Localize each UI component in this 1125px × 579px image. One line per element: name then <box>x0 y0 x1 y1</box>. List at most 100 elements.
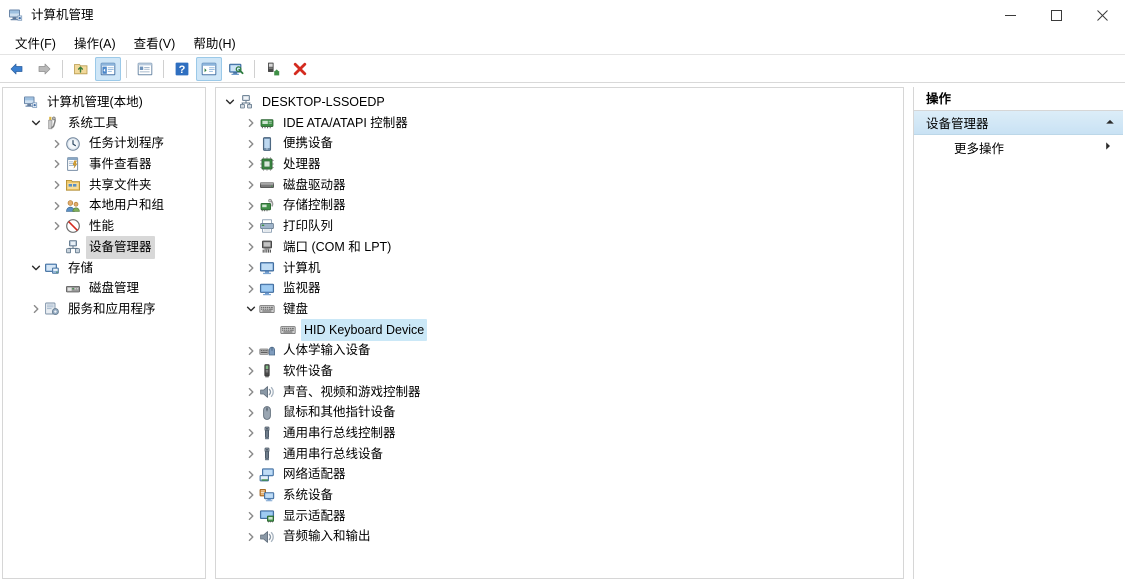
device-node-hid-keyboard-device[interactable]: HID Keyboard Device <box>216 318 903 342</box>
chevron-right-icon[interactable] <box>243 467 259 483</box>
chevron-right-icon[interactable] <box>243 405 259 421</box>
chevron-right-icon[interactable] <box>243 384 259 400</box>
computer-management-icon <box>23 94 39 110</box>
chevron-up-icon[interactable] <box>1105 116 1115 130</box>
scan-for-hardware-changes-button[interactable] <box>223 57 249 81</box>
device-node-display-adapters[interactable]: 显示适配器 <box>216 506 903 527</box>
device-node-software-devices[interactable]: 软件设备 <box>216 361 903 382</box>
menu-view[interactable]: 查看(V) <box>125 30 185 55</box>
action-pane-icon <box>201 61 217 77</box>
chevron-right-icon[interactable] <box>243 487 259 503</box>
forward-button[interactable] <box>31 57 57 81</box>
device-node-computer[interactable]: 计算机 <box>216 258 903 279</box>
tree-node-label: 任务计划程序 <box>89 136 165 151</box>
menu-help[interactable]: 帮助(H) <box>184 30 244 55</box>
chevron-right-icon[interactable] <box>243 529 259 545</box>
menu-bar: 文件(F) 操作(A) 查看(V) 帮助(H) <box>0 30 1125 55</box>
tree-node-label: 网络适配器 <box>283 467 346 482</box>
tree-node-performance[interactable]: 性能 <box>3 216 205 237</box>
chevron-right-icon[interactable] <box>28 301 44 317</box>
device-node-audio-inputs-and-outputs[interactable]: 音频输入和输出 <box>216 526 903 547</box>
chevron-right-icon[interactable] <box>49 218 65 234</box>
device-node-sound-video-game-controllers[interactable]: 声音、视频和游戏控制器 <box>216 382 903 403</box>
menu-action[interactable]: 操作(A) <box>65 30 125 55</box>
device-node-disk-drives[interactable]: 磁盘驱动器 <box>216 175 903 196</box>
tree-node-device-manager[interactable]: 设备管理器 <box>3 235 205 259</box>
chevron-right-icon[interactable] <box>243 198 259 214</box>
maximize-button[interactable] <box>1033 0 1079 30</box>
system-tools-icon <box>44 115 60 131</box>
chevron-right-icon[interactable] <box>49 198 65 214</box>
local-users-groups-icon <box>65 198 81 214</box>
device-node-usb-controllers[interactable]: 通用串行总线控制器 <box>216 423 903 444</box>
tree-node-storage[interactable]: 存储 <box>3 258 205 279</box>
actions-section-device-manager[interactable]: 设备管理器 <box>914 111 1123 135</box>
action-more-actions-label: 更多操作 <box>954 141 1005 156</box>
device-node-keyboards[interactable]: 键盘 <box>216 299 903 320</box>
device-node-root[interactable]: DESKTOP-LSSOEDP <box>216 92 903 113</box>
tree-node-shared-folders[interactable]: 共享文件夹 <box>3 175 205 196</box>
action-more-actions[interactable]: 更多操作 <box>914 135 1123 159</box>
minimize-button[interactable] <box>987 0 1033 30</box>
processor-icon <box>259 156 275 172</box>
tree-node-label: 人体学输入设备 <box>283 343 371 358</box>
chevron-down-icon[interactable] <box>28 115 44 131</box>
chevron-right-icon[interactable] <box>243 218 259 234</box>
tree-node-system-tools[interactable]: 系统工具 <box>3 113 205 134</box>
tree-node-disk-management[interactable]: 磁盘管理 <box>3 278 205 299</box>
chevron-right-icon[interactable] <box>243 446 259 462</box>
device-node-processors[interactable]: 处理器 <box>216 154 903 175</box>
chevron-right-icon[interactable] <box>243 115 259 131</box>
tree-node-task-scheduler[interactable]: 任务计划程序 <box>3 133 205 154</box>
show-action-pane-button[interactable] <box>196 56 222 81</box>
device-node-usb-devices[interactable]: 通用串行总线设备 <box>216 444 903 465</box>
device-node-ports-com-lpt[interactable]: 端口 (COM 和 LPT) <box>216 237 903 258</box>
chevron-right-icon[interactable] <box>243 260 259 276</box>
device-node-human-interface-devices[interactable]: 人体学输入设备 <box>216 340 903 361</box>
show-hide-console-tree-button[interactable] <box>95 56 121 81</box>
tree-node-label: 设备管理器 <box>86 235 155 259</box>
chevron-right-icon[interactable] <box>243 508 259 524</box>
chevron-right-icon[interactable] <box>243 281 259 297</box>
print-queue-icon <box>259 218 275 234</box>
software-device-icon <box>259 363 275 379</box>
device-node-mice-and-pointing-devices[interactable]: 鼠标和其他指针设备 <box>216 402 903 423</box>
uninstall-device-button[interactable] <box>287 57 313 81</box>
device-node-ide-ata-atapi-controllers[interactable]: IDE ATA/ATAPI 控制器 <box>216 113 903 134</box>
chevron-right-icon[interactable] <box>243 177 259 193</box>
menu-file[interactable]: 文件(F) <box>6 30 65 55</box>
svg-text:?: ? <box>179 64 186 76</box>
device-node-print-queues[interactable]: 打印队列 <box>216 216 903 237</box>
chevron-right-icon[interactable] <box>243 425 259 441</box>
chevron-right-icon[interactable] <box>49 156 65 172</box>
tree-node-services-and-applications[interactable]: 服务和应用程序 <box>3 299 205 320</box>
chevron-down-icon[interactable] <box>28 260 44 276</box>
help-button[interactable]: ? <box>169 57 195 81</box>
chevron-right-icon[interactable] <box>243 363 259 379</box>
chevron-down-icon[interactable] <box>243 301 259 317</box>
chevron-right-icon[interactable] <box>49 177 65 193</box>
device-node-monitors[interactable]: 监视器 <box>216 278 903 299</box>
tree-node-local-users-and-groups[interactable]: 本地用户和组 <box>3 195 205 216</box>
back-button[interactable] <box>4 57 30 81</box>
up-one-level-button[interactable] <box>68 57 94 81</box>
update-driver-button[interactable] <box>260 57 286 81</box>
chevron-right-icon[interactable] <box>243 239 259 255</box>
chevron-right-icon[interactable] <box>243 136 259 152</box>
properties-button[interactable] <box>132 57 158 81</box>
network-adapter-icon <box>259 467 275 483</box>
chevron-right-icon[interactable] <box>243 156 259 172</box>
device-node-portable-devices[interactable]: 便携设备 <box>216 133 903 154</box>
chevron-down-icon[interactable] <box>222 94 238 110</box>
tree-node-label: 事件查看器 <box>89 157 152 172</box>
tree-node-event-viewer[interactable]: 事件查看器 <box>3 154 205 175</box>
forward-arrow-icon <box>36 61 52 77</box>
tree-node-computer-management-local[interactable]: 计算机管理(本地) <box>3 92 205 113</box>
chevron-right-icon[interactable] <box>243 343 259 359</box>
device-node-network-adapters[interactable]: 网络适配器 <box>216 464 903 485</box>
device-node-system-devices[interactable]: 系统设备 <box>216 485 903 506</box>
close-button[interactable] <box>1079 0 1125 30</box>
tree-node-label: 磁盘管理 <box>89 281 140 296</box>
device-node-storage-controllers[interactable]: 存储控制器 <box>216 195 903 216</box>
chevron-right-icon[interactable] <box>49 136 65 152</box>
